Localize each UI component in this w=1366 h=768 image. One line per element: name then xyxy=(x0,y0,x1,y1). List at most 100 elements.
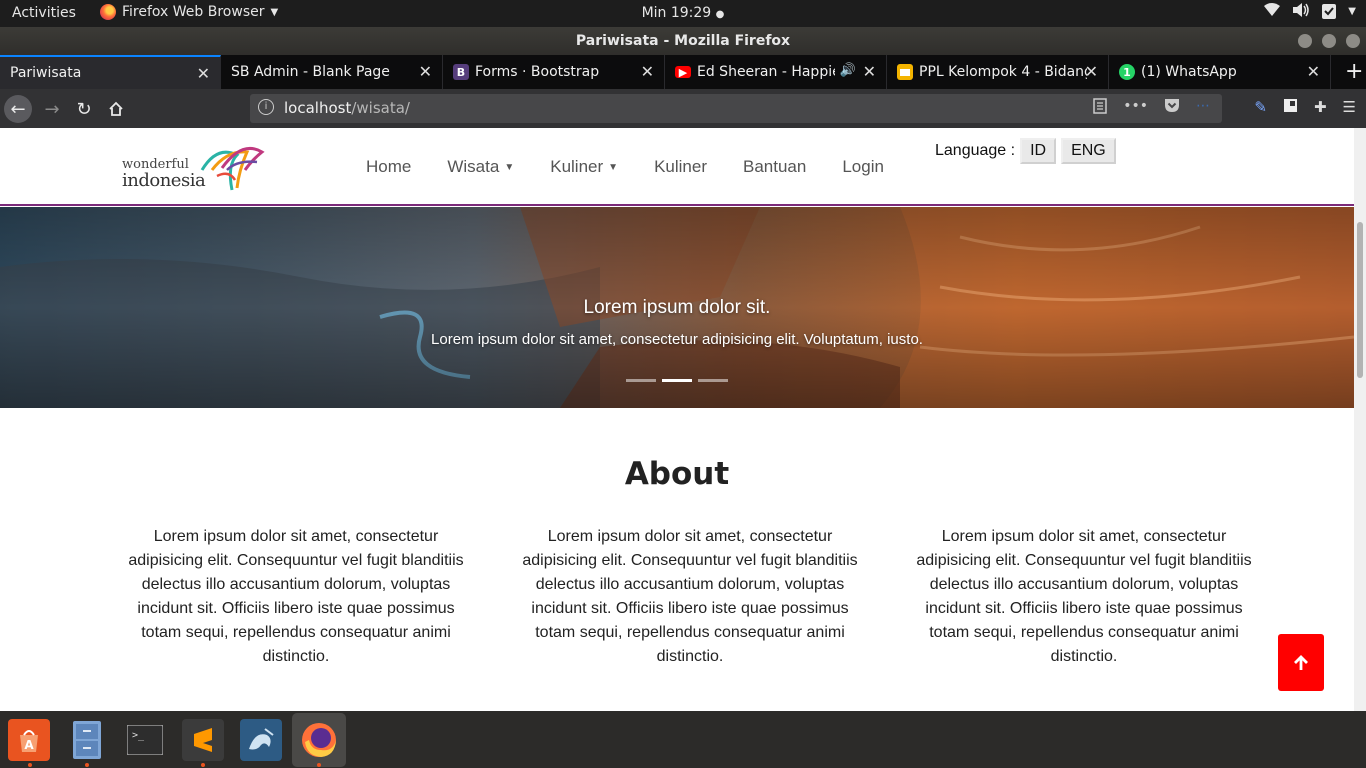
ubuntu-software-icon[interactable]: A xyxy=(8,719,50,761)
menu-label: Home xyxy=(366,157,412,176)
running-indicator xyxy=(85,763,89,767)
tab-youtube[interactable]: ▶ Ed Sheeran - Happier ( 🔊 ✕ xyxy=(665,55,887,89)
close-tab-icon[interactable]: ✕ xyxy=(1307,62,1320,81)
mysql-workbench-icon[interactable] xyxy=(240,719,282,761)
home-icon[interactable] xyxy=(102,95,130,123)
pocket-icon[interactable] xyxy=(1164,98,1180,118)
tab-label: PPL Kelompok 4 - Bidang xyxy=(919,64,1087,80)
caret-down-icon: ▼ xyxy=(608,162,619,173)
close-tab-icon[interactable]: ✕ xyxy=(863,62,876,81)
page-viewport: wonderful indonesia Home Wisata ▼ Kuliner… xyxy=(0,128,1354,711)
language-label: Language : xyxy=(935,142,1016,159)
system-tray[interactable]: ▼ xyxy=(1264,3,1356,23)
svg-text:A: A xyxy=(24,738,34,752)
slides-icon xyxy=(897,64,913,80)
pen-icon[interactable]: ✎ xyxy=(1254,98,1267,117)
dock: A >_ xyxy=(0,711,1366,768)
info-icon[interactable]: i xyxy=(258,99,274,115)
extensions-puzzle-icon[interactable]: ✚ xyxy=(1314,98,1327,117)
menu-home[interactable]: Home xyxy=(366,157,411,177)
url-bar[interactable]: i localhost/wisata/ ••• ⋯ xyxy=(250,94,1222,123)
tab-ppl-kelompok[interactable]: PPL Kelompok 4 - Bidang ✕ xyxy=(887,55,1109,89)
close-tab-icon[interactable]: ✕ xyxy=(419,62,432,81)
about-column-3: Lorem ipsum dolor sit amet, consectetur … xyxy=(916,528,1252,665)
bookmark-star-icon[interactable]: ⋯ xyxy=(1196,98,1210,118)
tab-forms-bootstrap[interactable]: B Forms · Bootstrap ✕ xyxy=(443,55,665,89)
menu-bantuan[interactable]: Bantuan xyxy=(743,157,806,177)
window-title: Pariwisata - Mozilla Firefox xyxy=(575,33,791,49)
page-actions-icon[interactable]: ••• xyxy=(1123,98,1148,118)
activities-button[interactable]: Activities xyxy=(12,5,76,21)
firefox-icon xyxy=(100,4,116,20)
new-tab-icon[interactable]: + xyxy=(1331,55,1363,89)
files-icon[interactable] xyxy=(66,719,108,761)
minimize-button[interactable] xyxy=(1298,34,1312,48)
tab-whatsapp[interactable]: 1 (1) WhatsApp ✕ xyxy=(1109,55,1331,89)
wifi-icon xyxy=(1264,3,1281,23)
volume-icon xyxy=(1292,3,1310,23)
site-header: wonderful indonesia Home Wisata ▼ Kuliner… xyxy=(0,128,1354,206)
app-menu[interactable]: Firefox Web Browser ▼ xyxy=(100,4,278,20)
language-id-button[interactable]: ID xyxy=(1020,138,1057,164)
screenshot-icon[interactable] xyxy=(1283,98,1298,117)
tab-pariwisata[interactable]: Pariwisata ✕ xyxy=(0,55,221,89)
language-switcher: Language : ID ENG xyxy=(935,138,1116,164)
close-tab-icon[interactable]: ✕ xyxy=(1085,62,1098,81)
back-arrow-icon[interactable]: ← xyxy=(4,95,32,123)
youtube-icon: ▶ xyxy=(675,66,691,79)
bootstrap-icon: B xyxy=(453,64,469,80)
carousel-indicators xyxy=(626,379,728,382)
menu-label: Kuliner xyxy=(654,157,707,176)
about-column-2: Lorem ipsum dolor sit amet, consectetur … xyxy=(522,528,858,665)
menu-label: Kuliner xyxy=(550,157,604,176)
hamburger-menu-icon[interactable]: ☰ xyxy=(1343,98,1356,117)
speaker-icon[interactable]: 🔊 xyxy=(840,63,856,78)
page-scrollbar[interactable] xyxy=(1354,128,1366,711)
app-menu-label: Firefox Web Browser xyxy=(122,4,265,20)
close-window-button[interactable] xyxy=(1346,34,1360,48)
scrollbar-thumb[interactable] xyxy=(1357,222,1363,378)
system-top-bar: Activities Firefox Web Browser ▼ Min 19:… xyxy=(0,0,1366,27)
tab-label: SB Admin - Blank Page xyxy=(231,64,390,80)
chevron-down-icon: ▼ xyxy=(270,6,279,18)
running-indicator xyxy=(28,763,32,767)
system-menu-chevron-icon: ▼ xyxy=(1348,6,1356,17)
sublime-text-icon[interactable] xyxy=(182,719,224,761)
url-text: localhost/wisata/ xyxy=(284,99,410,117)
tab-label: Pariwisata xyxy=(10,65,82,81)
firefox-icon[interactable] xyxy=(292,713,346,767)
hero-carousel[interactable]: Lorem ipsum dolor sit. Lorem ipsum dolor… xyxy=(0,207,1354,408)
garuda-swirl-icon xyxy=(200,147,265,191)
menu-kuliner-dropdown[interactable]: Kuliner ▼ xyxy=(550,157,618,177)
window-title-bar: Pariwisata - Mozilla Firefox xyxy=(0,27,1366,55)
reload-icon[interactable]: ↻ xyxy=(70,95,98,123)
back-to-top-button[interactable] xyxy=(1278,634,1324,691)
terminal-icon[interactable]: >_ xyxy=(124,719,166,761)
url-path: /wisata/ xyxy=(351,99,410,117)
notification-dot-icon: ● xyxy=(715,9,725,20)
wonderful-indonesia-logo[interactable]: wonderful indonesia xyxy=(122,140,267,195)
menu-login[interactable]: Login xyxy=(842,157,884,177)
logo-line-2: indonesia xyxy=(122,170,206,191)
tab-sb-admin[interactable]: SB Admin - Blank Page ✕ xyxy=(221,55,443,89)
clipboard-check-icon xyxy=(1322,3,1337,23)
reader-view-icon[interactable] xyxy=(1093,98,1107,118)
menu-wisata[interactable]: Wisata ▼ xyxy=(447,157,514,177)
close-tab-icon[interactable]: ✕ xyxy=(197,64,210,83)
carousel-indicator-2[interactable] xyxy=(662,379,692,382)
carousel-indicator-1[interactable] xyxy=(626,379,656,382)
forward-arrow-icon[interactable]: → xyxy=(38,95,66,123)
close-tab-icon[interactable]: ✕ xyxy=(641,62,654,81)
svg-text:>_: >_ xyxy=(132,730,145,741)
carousel-indicator-3[interactable] xyxy=(698,379,728,382)
language-eng-button[interactable]: ENG xyxy=(1061,138,1116,164)
running-indicator xyxy=(201,763,205,767)
menu-label: Login xyxy=(842,157,884,176)
clock[interactable]: Min 19:29 xyxy=(642,5,712,21)
caret-down-icon: ▼ xyxy=(504,162,515,173)
whatsapp-icon: 1 xyxy=(1119,64,1135,80)
arrow-up-icon xyxy=(1294,654,1308,670)
menu-kuliner[interactable]: Kuliner xyxy=(654,157,707,177)
tab-label: Ed Sheeran - Happier ( xyxy=(697,64,835,80)
maximize-button[interactable] xyxy=(1322,34,1336,48)
